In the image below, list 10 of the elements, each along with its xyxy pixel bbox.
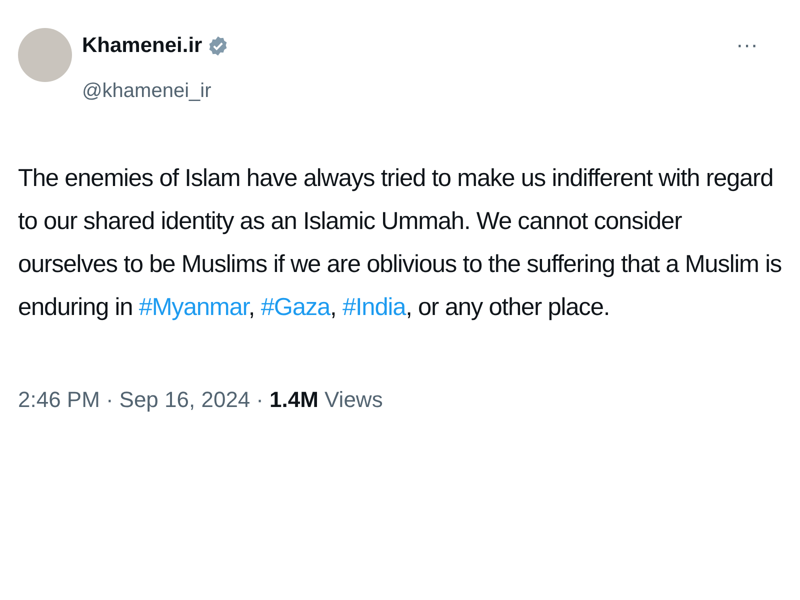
separator-dot: ·	[256, 387, 264, 413]
post-time[interactable]: 2:46 PM	[18, 387, 100, 413]
author-name[interactable]: Khamenei.ir	[82, 34, 202, 58]
author-handle[interactable]: @khamenei_ir	[82, 80, 230, 103]
tweet-text: The enemies of Islam have always tried to make us indifferent with regard to our shared identity as an Islamic Ummah. We cannot consider ourselves to be Muslims if we are oblivious to the suffering that a Muslim is enduring in #Myanmar, #Gaza, #India, or any other place.	[18, 164, 783, 323]
more-options-button[interactable]: ···	[732, 34, 762, 56]
separator-dot: ·	[106, 387, 114, 413]
avatar-placeholder[interactable]	[18, 28, 72, 82]
post-date[interactable]: Sep 16, 2024	[119, 387, 250, 413]
view-count: 1.4M Views	[270, 387, 383, 413]
